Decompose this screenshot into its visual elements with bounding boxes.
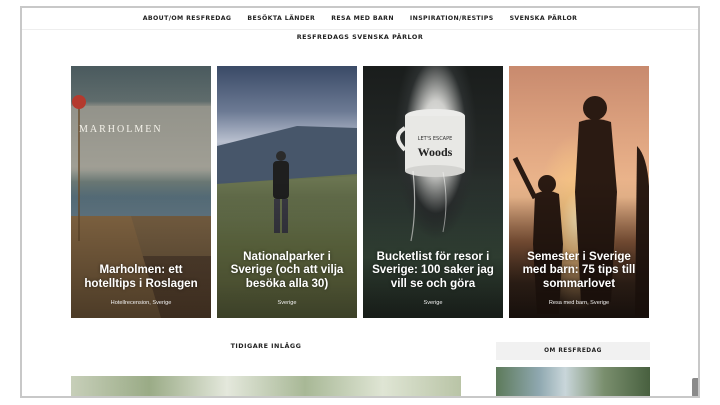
- card-categories[interactable]: Sverige: [278, 300, 297, 306]
- card-overlay: [71, 179, 211, 318]
- scroll-to-top-button[interactable]: ↑: [692, 378, 700, 396]
- post-card-semester[interactable]: Semester i Sverige med barn: 75 tips til…: [509, 66, 649, 318]
- post-card-nationalparker[interactable]: Nationalparker i Sverige (och att vilja …: [217, 66, 357, 318]
- section-title: RESFREDAGS SVENSKA PÄRLOR: [296, 33, 424, 41]
- nav-item-inspiration[interactable]: INSPIRATION/RESTIPS: [402, 15, 502, 22]
- nav-item-travel-with-kids[interactable]: RESA MED BARN: [323, 15, 402, 22]
- mug-text-bottom: Woods: [418, 145, 453, 159]
- earlier-post-image[interactable]: [71, 376, 461, 396]
- nav-item-about[interactable]: ABOUT/OM RESFREDAG: [135, 15, 240, 22]
- card-categories[interactable]: Resa med barn, Sverige: [549, 300, 609, 306]
- post-card-marholmen[interactable]: MARHOLMEN Marholmen: ett hotelltips i Ro…: [71, 66, 211, 318]
- card-title[interactable]: Marholmen: ett hotelltips i Roslagen: [79, 263, 203, 290]
- mug-text-top: LET'S ESCAPE: [418, 136, 453, 142]
- photo-text-marholmen: MARHOLMEN: [79, 124, 163, 135]
- sidebar-about-heading: OM RESFREDAG: [496, 342, 650, 360]
- post-card-bucketlist[interactable]: LET'S ESCAPE Woods Bucketlist för resor …: [363, 66, 503, 318]
- card-categories[interactable]: Sverige: [424, 300, 443, 306]
- top-navigation: ABOUT/OM RESFREDAG BESÖKTA LÄNDER RESA M…: [22, 8, 698, 30]
- card-title[interactable]: Nationalparker i Sverige (och att vilja …: [225, 250, 349, 291]
- card-title[interactable]: Bucketlist för resor i Sverige: 100 sake…: [371, 250, 495, 291]
- card-categories[interactable]: Hotellrecension, Sverige: [111, 300, 172, 306]
- browser-frame: ABOUT/OM RESFREDAG BESÖKTA LÄNDER RESA M…: [20, 6, 700, 398]
- arrow-up-icon: ↑: [699, 383, 700, 393]
- sidebar-about-image[interactable]: [496, 367, 650, 396]
- nav-item-swedish-gems[interactable]: SVENSKA PÄRLOR: [502, 15, 586, 22]
- card-title[interactable]: Semester i Sverige med barn: 75 tips til…: [517, 250, 641, 291]
- nav-item-visited-countries[interactable]: BESÖKTA LÄNDER: [239, 15, 323, 22]
- featured-posts: MARHOLMEN Marholmen: ett hotelltips i Ro…: [71, 66, 651, 318]
- earlier-posts-heading: TIDIGARE INLÄGG: [230, 342, 302, 350]
